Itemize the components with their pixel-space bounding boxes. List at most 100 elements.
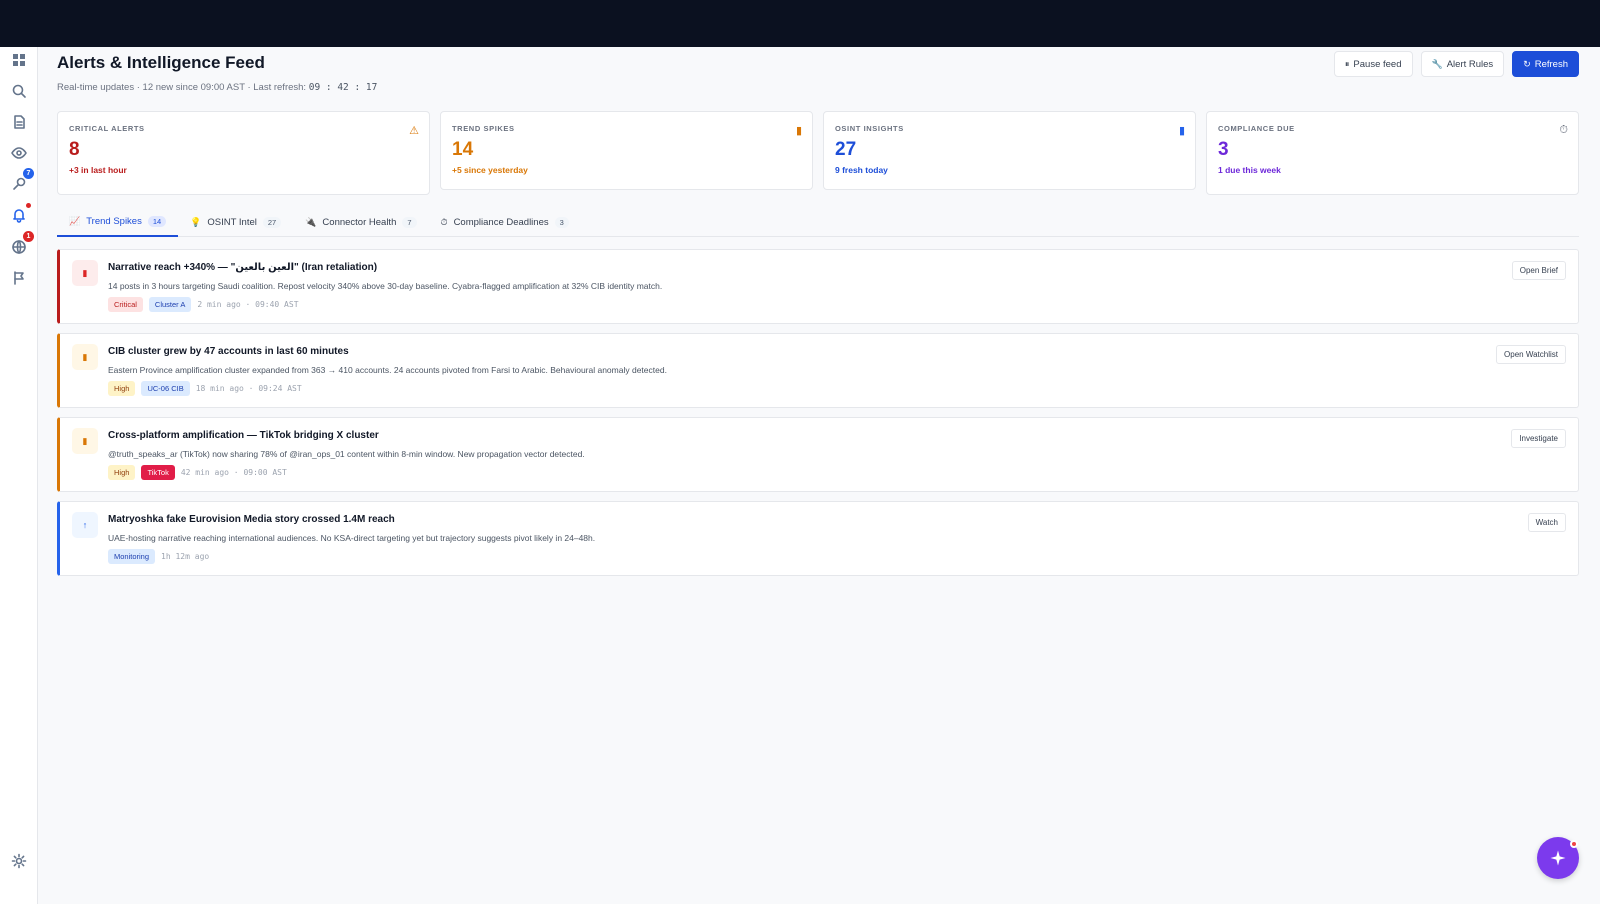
tab-label: OSINT Intel <box>207 216 257 228</box>
investigate-badge: 7 <box>23 168 34 179</box>
severity-tag: Critical <box>108 297 143 312</box>
severity-tag: High <box>108 465 136 480</box>
stat-cards: CRITICAL ALERTS 8 +3 in last hour ⚠ TREN… <box>57 111 1579 195</box>
cluster-tag: Cluster A <box>148 297 192 312</box>
wrench-icon: 🔧 <box>1431 58 1443 69</box>
alert-title: Matryoshka fake Eurovision Media story c… <box>108 514 395 525</box>
open-brief-button[interactable]: Open Brief <box>1511 261 1566 280</box>
open-watchlist-button[interactable]: Open Watchlist <box>1496 345 1566 364</box>
search-icon[interactable] <box>10 82 28 100</box>
page-title: Alerts & Intelligence Feed <box>57 53 265 72</box>
stat-label: OSINT INSIGHTS <box>835 124 904 133</box>
trend-icon: ▮ <box>72 428 98 454</box>
tab-count: 27 <box>262 216 282 228</box>
insight-icon: ▮ <box>1178 125 1185 137</box>
tab-count: 3 <box>554 216 569 228</box>
alert-card[interactable]: ↑ Matryoshka fake Eurovision Media story… <box>57 501 1579 576</box>
eye-icon[interactable] <box>10 144 28 162</box>
alert-time: 2 min ago · 09:40 AST <box>197 300 299 309</box>
pause-icon: ⏸ <box>1344 58 1350 69</box>
bell-icon[interactable] <box>10 203 31 224</box>
alert-meta: High TikTok 42 min ago · 09:00 AST <box>108 465 287 480</box>
globe-icon[interactable]: 1 <box>10 231 34 256</box>
investigate-icon[interactable]: 7 <box>10 168 34 193</box>
alert-description: @truth_speaks_ar (TikTok) now sharing 78… <box>108 449 585 459</box>
stat-label: CRITICAL ALERTS <box>69 124 145 133</box>
stat-value: 14 <box>452 139 474 160</box>
alert-card[interactable]: ▮ Narrative reach +340% — "العين بالعين"… <box>57 249 1579 324</box>
tab-label: Compliance Deadlines <box>453 216 549 228</box>
stat-value: 8 <box>69 139 80 160</box>
stat-label: COMPLIANCE DUE <box>1218 124 1295 133</box>
alert-meta: Critical Cluster A 2 min ago · 09:40 AST <box>108 297 299 312</box>
alert-meta: Monitoring 1h 12m ago <box>108 549 209 564</box>
settings-icon[interactable] <box>10 852 28 870</box>
alert-card[interactable]: ▮ CIB cluster grew by 47 accounts in las… <box>57 333 1579 408</box>
alert-title: Narrative reach +340% — "العين بالعين" (… <box>108 262 378 273</box>
flag-icon[interactable] <box>10 269 28 287</box>
stat-sub: 9 fresh today <box>835 165 888 175</box>
tab-label: Trend Spikes <box>86 215 142 227</box>
status-tag: Monitoring <box>108 549 156 564</box>
alert-meta: High UC-06 CIB 18 min ago · 09:24 AST <box>108 381 302 396</box>
tab-osint-intel[interactable]: 💡 OSINT Intel 27 <box>178 207 293 237</box>
trend-icon: ▮ <box>72 344 98 370</box>
alert-rules-label: Alert Rules <box>1446 58 1494 70</box>
stat-label: TREND SPIKES <box>452 124 515 133</box>
assistant-button[interactable] <box>1537 837 1579 879</box>
notification-dot <box>1570 840 1578 848</box>
stat-card-osint-insights[interactable]: OSINT INSIGHTS 27 9 fresh today ▮ <box>823 111 1196 190</box>
cluster-tag: UC-06 CIB <box>141 381 190 396</box>
header-actions: ⏸ Pause feed 🔧 Alert Rules ↻ Refresh <box>1333 51 1579 77</box>
tab-label: Connector Health <box>322 216 397 228</box>
platform-tag: TikTok <box>141 465 175 480</box>
refresh-label: Refresh <box>1534 58 1568 70</box>
stat-sub: +5 since yesterday <box>452 165 528 175</box>
document-icon[interactable] <box>10 113 28 131</box>
alert-description: 14 posts in 3 hours targeting Saudi coal… <box>108 281 663 291</box>
tab-compliance-deadlines[interactable]: ⏱ Compliance Deadlines 3 <box>429 207 581 237</box>
stat-card-compliance-due[interactable]: COMPLIANCE DUE 3 1 due this week ⏱ <box>1206 111 1579 195</box>
globe-badge: 1 <box>23 231 34 242</box>
last-refresh-time: 09 : 42 : 17 <box>308 82 378 93</box>
notification-dot <box>26 203 31 208</box>
alert-rules-button[interactable]: 🔧 Alert Rules <box>1420 51 1505 77</box>
top-bar <box>0 0 1600 47</box>
chart-icon: 📈 <box>69 215 81 226</box>
investigate-button[interactable]: Investigate <box>1511 429 1566 448</box>
trend-icon: ▮ <box>795 125 802 137</box>
pause-feed-button[interactable]: ⏸ Pause feed <box>1333 51 1413 77</box>
watch-button[interactable]: Watch <box>1527 513 1566 532</box>
alert-time: 18 min ago · 09:24 AST <box>195 384 302 393</box>
alert-list: ▮ Narrative reach +340% — "العين بالعين"… <box>57 249 1579 585</box>
feed-status-text: Real-time updates · 12 new since 09:00 A… <box>57 82 309 93</box>
severity-tag: High <box>108 381 136 396</box>
refresh-button[interactable]: ↻ Refresh <box>1512 51 1579 77</box>
alert-time: 1h 12m ago <box>161 552 210 561</box>
lightbulb-icon: 💡 <box>190 216 202 227</box>
trend-icon: ▮ <box>72 260 98 286</box>
tab-count: 7 <box>402 216 417 228</box>
stat-card-critical-alerts[interactable]: CRITICAL ALERTS 8 +3 in last hour ⚠ <box>57 111 430 195</box>
refresh-icon: ↻ <box>1523 58 1531 69</box>
dashboard-grid-icon[interactable] <box>10 51 28 69</box>
stat-sub: 1 due this week <box>1218 165 1281 175</box>
tab-connector-health[interactable]: 🔌 Connector Health 7 <box>293 207 428 237</box>
alert-title: Cross-platform amplification — TikTok br… <box>108 430 379 441</box>
stat-sub: +3 in last hour <box>69 165 127 175</box>
timer-icon: ⏱ <box>1559 124 1568 136</box>
tab-trend-spikes[interactable]: 📈 Trend Spikes 14 <box>57 207 179 237</box>
alert-card[interactable]: ▮ Cross-platform amplification — TikTok … <box>57 417 1579 492</box>
alert-description: UAE-hosting narrative reaching internati… <box>108 533 596 543</box>
tab-count: 14 <box>147 215 167 227</box>
sidebar-rail: 7 1 <box>0 47 38 904</box>
feed-subtitle: Real-time updates · 12 new since 09:00 A… <box>57 82 377 93</box>
pause-feed-label: Pause feed <box>1353 58 1402 70</box>
stat-card-trend-spikes[interactable]: TREND SPIKES 14 +5 since yesterday ▮ <box>440 111 813 190</box>
sparkle-icon <box>1550 850 1566 866</box>
stat-value: 27 <box>835 139 857 160</box>
feed-tabs: 📈 Trend Spikes 14 💡 OSINT Intel 27 🔌 Con… <box>57 207 1579 237</box>
alert-time: 42 min ago · 09:00 AST <box>180 468 287 477</box>
alert-title: CIB cluster grew by 47 accounts in last … <box>108 346 349 357</box>
plug-icon: 🔌 <box>305 216 317 227</box>
